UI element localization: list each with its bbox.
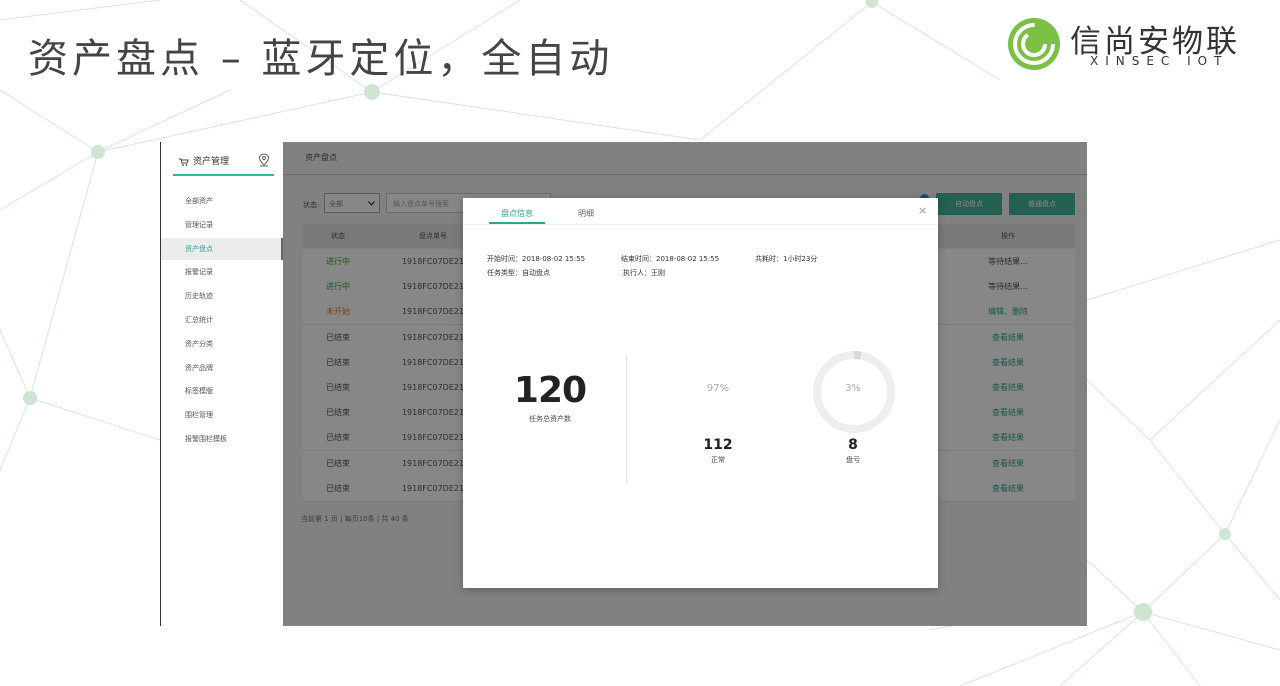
end-time: 结束时间：2018-08-02 15:55 xyxy=(621,255,720,263)
sidebar-item[interactable]: 报警围栏模板 xyxy=(161,428,283,450)
task-type: 任务类型：自动盘点 xyxy=(487,269,550,277)
loss-percentage: 3% xyxy=(845,383,861,394)
sidebar-item[interactable]: 历史轨迹 xyxy=(161,285,283,307)
slide-title: 资产盘点 – 蓝牙定位，全自动 xyxy=(28,36,614,82)
cart-icon xyxy=(179,158,189,166)
duration: 共耗时：1小时23分 xyxy=(755,255,818,263)
loss-count: 8 xyxy=(848,437,858,453)
close-icon[interactable]: × xyxy=(918,204,927,217)
total-asset-label: 任务总资产数 xyxy=(529,415,571,423)
total-asset-count: 120 xyxy=(513,370,587,411)
sidebar-item[interactable]: 管理记录 xyxy=(161,214,283,236)
inventory-result-modal: 盘点信息 明细 × 开始时间：2018-08-02 15:55 结束时间：201… xyxy=(463,198,938,588)
start-time: 开始时间：2018-08-02 15:55 xyxy=(487,255,586,263)
sidebar-item[interactable]: 汇总统计 xyxy=(161,309,283,331)
sidebar-item[interactable]: 资产盘点 xyxy=(161,237,283,260)
sidebar-item[interactable]: 围栏管理 xyxy=(161,404,283,426)
sidebar: 资产管理 全部资产 管理记录 资产盘点 报警记录 历史轨迹 汇总统计 资产分类 资产品牌 标签模… xyxy=(160,142,283,626)
company-logo: 信尚安物联 XINSEC IOT xyxy=(1004,14,1266,74)
sidebar-item[interactable]: 资产品牌 xyxy=(161,357,283,379)
sidebar-item[interactable]: 资产分类 xyxy=(161,333,283,355)
tab-divider xyxy=(463,224,938,225)
location-pin-icon[interactable] xyxy=(258,153,270,167)
logo-mark-icon xyxy=(1008,18,1060,70)
sidebar-item[interactable]: 全部资产 xyxy=(161,190,283,212)
tab-details[interactable]: 明细 xyxy=(578,208,594,219)
stats-divider xyxy=(626,354,627,484)
sidebar-item[interactable]: 报警记录 xyxy=(161,261,283,283)
normal-count: 112 xyxy=(703,437,733,453)
normal-percentage: 97% xyxy=(706,383,730,394)
loss-label: 盘亏 xyxy=(846,456,860,464)
sidebar-header: 资产管理 xyxy=(173,150,274,176)
sidebar-item[interactable]: 标签模版 xyxy=(161,380,283,402)
sidebar-title: 资产管理 xyxy=(193,157,230,167)
tab-inventory-info[interactable]: 盘点信息 xyxy=(501,208,533,219)
executor: 执行人：王刚 xyxy=(623,269,665,277)
logo-english-name: XINSEC IOT xyxy=(1090,54,1229,68)
normal-label: 正常 xyxy=(711,456,725,464)
